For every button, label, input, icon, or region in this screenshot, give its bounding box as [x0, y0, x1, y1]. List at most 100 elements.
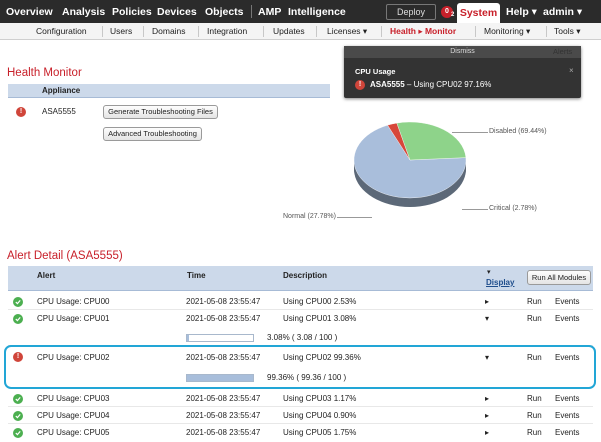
cpu01-usage-bar-fill: [187, 335, 190, 341]
alert-time: 2021-05-08 23:55:47: [186, 314, 261, 323]
nav-system[interactable]: System: [457, 3, 500, 23]
critical-status-icon: !: [16, 107, 26, 117]
display-toggle-arrow[interactable]: ▾: [487, 268, 491, 276]
expand-arrow-icon[interactable]: ▸: [485, 293, 489, 310]
subnav-licenses[interactable]: Licenses ▾: [327, 23, 367, 40]
alert-description: Using CPU01 3.08%: [283, 314, 357, 323]
events-link[interactable]: Events: [555, 310, 579, 327]
pie-label-critical: Critical (2.78%): [489, 205, 537, 212]
subnav-integration[interactable]: Integration: [207, 23, 247, 40]
alert-row-cpu03: CPU Usage: CPU03 2021-05-08 23:55:47 Usi…: [8, 390, 593, 407]
close-icon[interactable]: ×: [569, 66, 574, 75]
nav-analysis[interactable]: Analysis: [62, 0, 105, 23]
run-all-modules-button[interactable]: Run All Modules: [527, 270, 591, 285]
cpu01-usage-text: 3.08% ( 3.08 / 100 ): [267, 333, 338, 342]
notification-count-badge: 2: [451, 12, 455, 18]
nav-policies[interactable]: Policies: [112, 0, 152, 23]
subnav-users[interactable]: Users: [110, 23, 132, 40]
nav-amp[interactable]: AMP: [258, 0, 281, 23]
pie-top-layer: [353, 121, 467, 199]
subnav-configuration[interactable]: Configuration: [36, 23, 87, 40]
expand-arrow-icon[interactable]: ▸: [485, 390, 489, 407]
nav-intelligence[interactable]: Intelligence: [288, 0, 346, 23]
ok-status-icon: [13, 297, 23, 307]
critical-alert-icon: !: [355, 80, 365, 90]
subnav-tools[interactable]: Tools ▾: [554, 23, 580, 40]
appliance-table-header: Appliance: [8, 84, 330, 98]
nav-objects[interactable]: Objects: [205, 0, 244, 23]
notification-device: ASA5555: [370, 80, 405, 89]
nav-user-menu[interactable]: admin ▾: [543, 0, 582, 23]
alert-description: Using CPU00 2.53%: [283, 297, 357, 306]
appliance-column-header: Appliance: [42, 86, 81, 95]
cpu-usage-notification: Dismiss CPU Usage × ! ASA5555 – Using CP…: [344, 46, 581, 98]
display-toggle-link[interactable]: Display: [486, 278, 514, 287]
alert-description: Using CPU05 1.75%: [283, 428, 357, 437]
pie-leader-disabled: [452, 132, 488, 133]
time-column-header[interactable]: Time: [187, 271, 206, 280]
pie-leader-normal: [337, 217, 372, 218]
alert-row-cpu04: CPU Usage: CPU04 2021-05-08 23:55:47 Usi…: [8, 407, 593, 424]
alert-name: CPU Usage: CPU04: [37, 411, 110, 420]
alert-name: CPU Usage: CPU01: [37, 314, 110, 323]
alert-column-header[interactable]: Alert: [37, 271, 55, 280]
health-monitor-title: Health Monitor: [7, 67, 82, 79]
nav-overview[interactable]: Overview: [6, 0, 53, 23]
ok-status-icon: [13, 394, 23, 404]
notification-message: ASA5555 – Using CPU02 97.16%: [370, 80, 491, 89]
top-navigation-bar: Overview Analysis Policies Devices Objec…: [0, 0, 601, 23]
alert-time: 2021-05-08 23:55:47: [186, 394, 261, 403]
alert-name: CPU Usage: CPU03: [37, 394, 110, 403]
deploy-button[interactable]: Deploy: [386, 4, 436, 20]
nav-divider: [251, 5, 252, 18]
run-link[interactable]: Run: [527, 293, 542, 310]
dismiss-button[interactable]: Dismiss: [344, 46, 581, 58]
run-link[interactable]: Run: [527, 424, 542, 441]
alert-name: CPU Usage: CPU00: [37, 297, 110, 306]
notification-message-text: – Using CPU02 97.16%: [406, 80, 492, 89]
subnav-domains[interactable]: Domains: [152, 23, 186, 40]
expand-arrow-icon[interactable]: ▸: [485, 424, 489, 441]
description-column-header[interactable]: Description: [283, 271, 327, 280]
ok-status-icon: [13, 411, 23, 421]
alert-row-cpu01: CPU Usage: CPU01 2021-05-08 23:55:47 Usi…: [8, 310, 593, 327]
expand-arrow-icon[interactable]: ▾: [485, 310, 489, 327]
nav-devices[interactable]: Devices: [157, 0, 197, 23]
alert-time: 2021-05-08 23:55:47: [186, 428, 261, 437]
subnav-monitoring[interactable]: Monitoring ▾: [484, 23, 530, 40]
notification-title: CPU Usage: [355, 67, 396, 76]
events-link[interactable]: Events: [555, 407, 579, 424]
alert-description: Using CPU04 0.90%: [283, 411, 357, 420]
pie-leader-critical: [462, 209, 488, 210]
advanced-troubleshooting-button[interactable]: Advanced Troubleshooting: [103, 127, 202, 141]
events-link[interactable]: Events: [555, 390, 579, 407]
alerts-tab[interactable]: Alerts: [553, 46, 572, 58]
alert-time: 2021-05-08 23:55:47: [186, 297, 261, 306]
critical-row-highlight: [4, 345, 596, 389]
cpu01-usage-bar: [186, 334, 254, 342]
nav-help[interactable]: Help ▾: [506, 0, 537, 23]
expand-arrow-icon[interactable]: ▸: [485, 407, 489, 424]
subnav-health-monitor[interactable]: Health ▸ Monitor: [390, 23, 456, 40]
alert-row-cpu00: CPU Usage: CPU00 2021-05-08 23:55:47 Usi…: [8, 293, 593, 310]
run-link[interactable]: Run: [527, 407, 542, 424]
run-link[interactable]: Run: [527, 390, 542, 407]
appliance-name-link[interactable]: ASA5555: [42, 107, 76, 116]
alert-row-cpu05: CPU Usage: CPU05 2021-05-08 23:55:47 Usi…: [8, 424, 593, 441]
events-link[interactable]: Events: [555, 424, 579, 441]
alert-description: Using CPU03 1.17%: [283, 394, 357, 403]
subnav-updates[interactable]: Updates: [273, 23, 305, 40]
pie-label-normal: Normal (27.78%): [283, 213, 336, 220]
run-link[interactable]: Run: [527, 310, 542, 327]
alert-detail-title: Alert Detail (ASA5555): [7, 250, 123, 262]
ok-status-icon: [13, 314, 23, 324]
system-sub-navigation: Configuration Users Domains Integration …: [0, 23, 601, 40]
ok-status-icon: [13, 428, 23, 438]
health-status-pie-chart: [353, 121, 467, 207]
alert-time: 2021-05-08 23:55:47: [186, 411, 261, 420]
alert-name: CPU Usage: CPU05: [37, 428, 110, 437]
pie-label-disabled: Disabled (69.44%): [489, 128, 547, 135]
events-link[interactable]: Events: [555, 293, 579, 310]
alert-table-header: Alert Time Description ▾ Display Run All…: [8, 266, 593, 291]
generate-troubleshooting-files-button[interactable]: Generate Troubleshooting Files: [103, 105, 218, 119]
